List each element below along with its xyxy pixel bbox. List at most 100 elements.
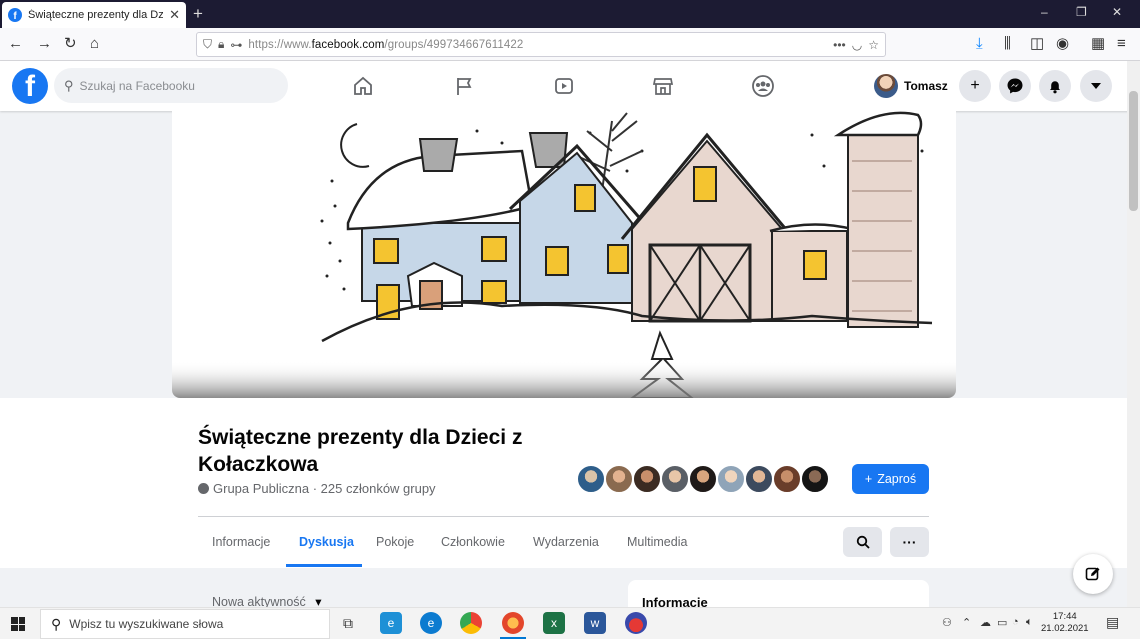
tray-volume-icon[interactable]: 🔈︎ (1026, 616, 1033, 629)
member-avatar[interactable] (772, 464, 802, 494)
clock-date: 21.02.2021 (1041, 623, 1089, 634)
window-maximize-button[interactable]: ❐ (1076, 5, 1087, 19)
word-icon[interactable]: w (584, 612, 606, 634)
profile-chip[interactable]: Tomasz (870, 71, 952, 101)
back-icon[interactable]: ← (8, 35, 23, 53)
firefox-icon[interactable] (502, 612, 524, 634)
permissions-icon[interactable]: ⊶ (230, 38, 242, 52)
tray-onedrive-icon[interactable]: ☁ (980, 616, 991, 629)
tab-wydarzenia[interactable]: Wydarzenia (533, 535, 599, 549)
bookmark-star-icon[interactable]: ☆ (868, 38, 879, 52)
globe-icon (198, 483, 209, 494)
tab-close-icon[interactable]: ✕ (169, 7, 180, 23)
member-avatar[interactable] (604, 464, 634, 494)
member-avatar[interactable] (744, 464, 774, 494)
member-avatar[interactable] (660, 464, 690, 494)
plus-icon: + (864, 472, 873, 486)
account-icon[interactable]: ◉ (1056, 35, 1069, 53)
avatar (874, 74, 898, 98)
profile-name: Tomasz (904, 79, 948, 93)
menu-icon[interactable]: ≡ (1117, 35, 1126, 53)
page-actions-icon[interactable]: ••• (833, 38, 846, 52)
notifications-bell-icon[interactable] (1039, 70, 1071, 102)
forward-icon[interactable]: → (37, 35, 52, 53)
tray-chevron-up-icon[interactable]: ⌃ (962, 616, 971, 629)
tab-informacje[interactable]: Informacje (212, 535, 270, 549)
facebook-search[interactable]: ⚲ (54, 68, 288, 103)
group-search-button[interactable] (843, 527, 882, 557)
tab-title: Świąteczne prezenty dla Dzieci z (28, 9, 164, 21)
create-plus-button[interactable]: + (959, 70, 991, 102)
group-privacy-members[interactable]: Grupa Publiczna · 225 członków grupy (213, 481, 436, 496)
window-close-button[interactable]: ✕ (1112, 5, 1122, 19)
member-avatar[interactable] (800, 464, 830, 494)
sidebar-icon[interactable]: ◫ (1030, 35, 1044, 53)
pages-flag-icon[interactable] (451, 73, 477, 99)
new-message-compose-button[interactable] (1073, 554, 1113, 594)
window-minimize-button[interactable]: – (1041, 5, 1048, 19)
url-text[interactable]: https://www.facebook.com/groups/49973466… (248, 39, 827, 51)
library-icon[interactable]: ⫼ (1004, 35, 1011, 53)
reload-icon[interactable]: ↻ (64, 35, 77, 53)
lock-icon[interactable]: 🔒︎ (218, 37, 224, 52)
active-tab-indicator (286, 564, 362, 567)
tray-person-icon[interactable]: ⚇ (942, 616, 952, 629)
url-bar[interactable]: ⛉ 🔒︎ ⊶ https://www.facebook.com/groups/4… (196, 32, 886, 57)
chrome-icon[interactable] (460, 612, 482, 634)
page-scrollbar[interactable] (1127, 61, 1140, 607)
tray-network-icon[interactable]: ◔ (1012, 616, 1019, 628)
pocket-icon[interactable]: ◡ (852, 38, 862, 52)
action-center-icon[interactable]: ▤ (1106, 614, 1119, 631)
download-icon[interactable]: ⤓ (976, 35, 983, 53)
watch-video-icon[interactable] (551, 73, 577, 99)
home-icon[interactable]: ⌂ (90, 35, 99, 53)
group-cover-image (172, 111, 956, 398)
internet-explorer-icon[interactable]: e (380, 612, 402, 634)
windows-taskbar: ⚲ ⧉ e e x w ⚇ ⌃ ☁ ▭ ◔ 🔈︎ 17:44 21.02.202… (0, 607, 1140, 639)
messenger-icon[interactable] (999, 70, 1031, 102)
task-view-icon[interactable]: ⧉ (337, 612, 359, 634)
tab-czlonkowie[interactable]: Członkowie (441, 535, 505, 549)
member-avatar[interactable] (716, 464, 746, 494)
tab-pokoje[interactable]: Pokoje (376, 535, 414, 549)
tray-battery-icon[interactable]: ▭ (997, 616, 1007, 629)
facebook-favicon-icon: f (8, 8, 22, 22)
member-avatar[interactable] (632, 464, 662, 494)
group-title[interactable]: Świąteczne prezenty dla Dzieci z Kołaczk… (198, 424, 598, 478)
taskbar-search[interactable]: ⚲ (40, 609, 330, 639)
search-icon (856, 535, 870, 549)
edge-icon[interactable]: e (420, 612, 442, 634)
divider (198, 516, 929, 517)
url-path: /groups/499734667611422 (384, 38, 524, 51)
windows-start-icon[interactable] (11, 617, 25, 631)
facebook-logo[interactable]: f (12, 68, 48, 104)
invite-button[interactable]: + Zaproś (852, 464, 929, 494)
member-avatar[interactable] (576, 464, 606, 494)
group-meta: Grupa Publiczna · 225 członków grupy (198, 481, 436, 496)
more-options-button[interactable]: ··· (890, 527, 929, 557)
invite-label: Zaproś (877, 472, 917, 486)
browser-nav-bar: ← → ↻ ⌂ ⛉ 🔒︎ ⊶ https://www.facebook.com/… (0, 28, 1140, 61)
new-tab-button[interactable]: + (193, 4, 203, 24)
search-icon: ⚲ (64, 77, 74, 93)
excel-icon[interactable]: x (543, 612, 565, 634)
taskbar-search-input[interactable] (69, 617, 310, 631)
tab-dyskusja[interactable]: Dyskusja (299, 535, 354, 549)
winter-farm-drawing (172, 111, 956, 398)
tab-multimedia[interactable]: Multimedia (627, 535, 687, 549)
browser-tab[interactable]: f Świąteczne prezenty dla Dzieci z ✕ (2, 2, 186, 28)
account-menu-chevron-down-icon[interactable] (1080, 70, 1112, 102)
scrollbar-thumb[interactable] (1129, 91, 1138, 211)
groups-icon[interactable] (750, 73, 776, 99)
clock-time: 17:44 (1052, 611, 1077, 622)
extensions-icon[interactable]: ▦ (1091, 35, 1105, 53)
marketplace-icon[interactable] (650, 73, 676, 99)
home-nav-icon[interactable] (350, 73, 376, 99)
app-headset-icon[interactable] (625, 612, 647, 634)
taskbar-clock[interactable]: 17:44 21.02.2021 (1041, 611, 1089, 635)
shield-icon[interactable]: ⛉ (203, 37, 212, 52)
facebook-search-input[interactable] (79, 78, 270, 93)
member-avatars[interactable] (576, 464, 830, 494)
member-avatar[interactable] (688, 464, 718, 494)
url-domain: facebook.com (311, 38, 385, 51)
